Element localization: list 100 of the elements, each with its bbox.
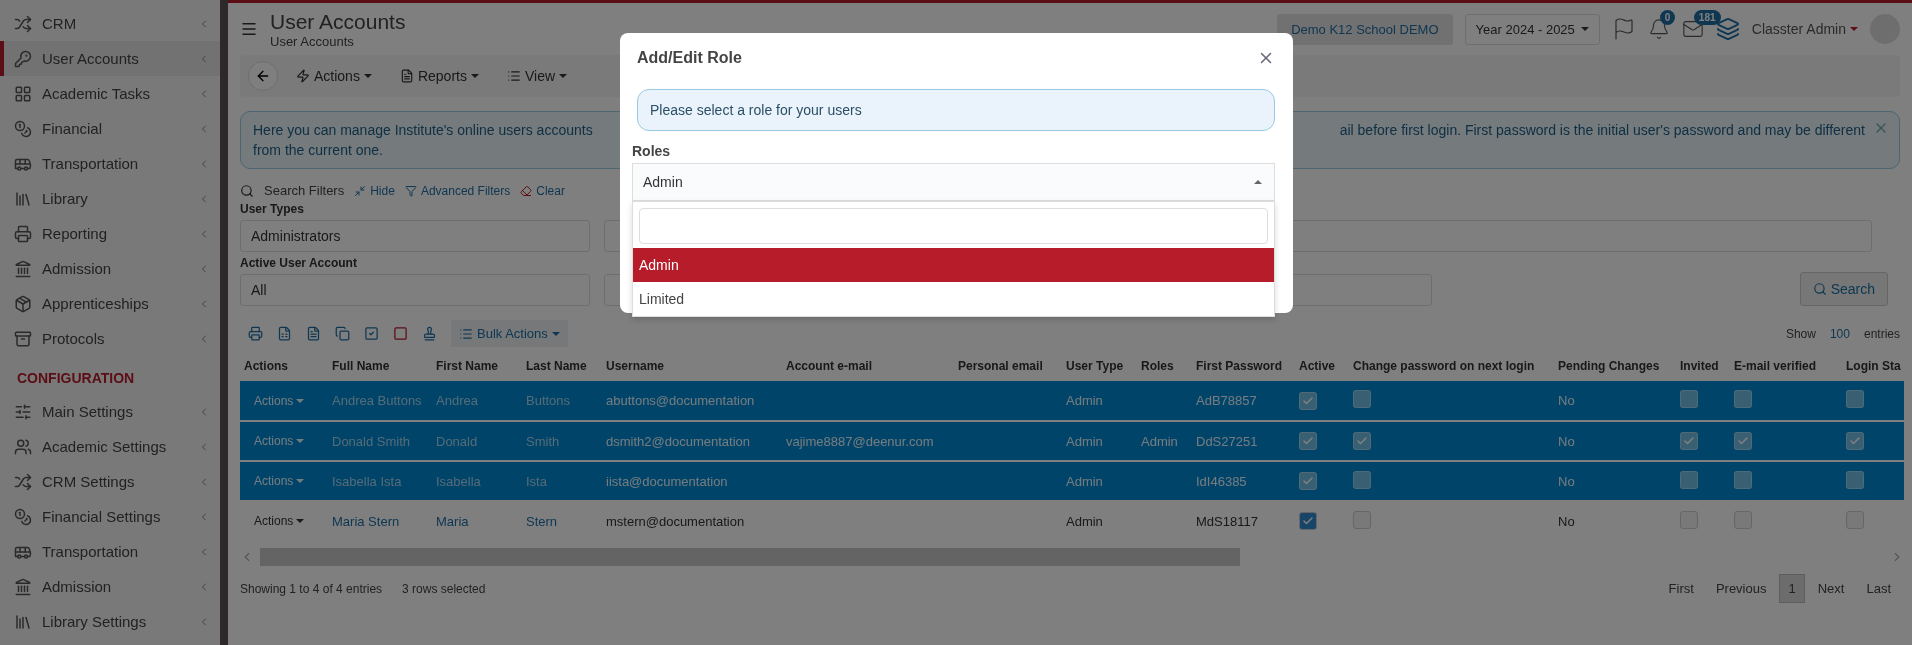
dropdown-search-field[interactable] (639, 208, 1268, 244)
column-header[interactable]: Invited (1676, 351, 1730, 381)
name-link[interactable]: Maria Stern (332, 513, 400, 529)
sidebar-item[interactable]: Financial Settings (0, 499, 220, 534)
row-actions-button[interactable]: Actions (244, 434, 305, 448)
sidebar-item[interactable]: Academic Settings (0, 429, 220, 464)
check-icon (1302, 435, 1314, 447)
dropdown-option[interactable]: Admin (633, 248, 1274, 282)
spreadsheet-icon[interactable] (277, 326, 292, 341)
school-label[interactable]: Demo K12 School DEMO (1277, 13, 1453, 45)
search-button[interactable]: Search (1799, 272, 1888, 306)
square-icon[interactable] (393, 326, 408, 341)
column-header[interactable]: Full Name (328, 351, 432, 381)
column-header[interactable]: Last Name (522, 351, 602, 381)
menu-button[interactable]: View (496, 64, 578, 88)
column-header[interactable]: Actions (240, 351, 328, 381)
checkbox[interactable] (1846, 510, 1864, 529)
row-actions-button[interactable]: Actions (244, 514, 305, 528)
back-button[interactable] (248, 61, 278, 91)
key-icon (14, 49, 32, 68)
show-label: Show (1785, 326, 1816, 341)
sidebar-item[interactable]: Main Settings (0, 394, 220, 429)
column-header[interactable]: Change password on next login (1349, 351, 1554, 381)
sidebar-item[interactable]: Academic Tasks (0, 76, 220, 111)
message-badge: 181 (1693, 10, 1721, 25)
table-row[interactable]: Actions Isabella Ista Isabella Ista iista@documentation Admin IdI46385 No (240, 461, 1904, 501)
sidebar-item[interactable]: Library Settings (0, 604, 220, 639)
collapse-icon (354, 184, 367, 197)
table-cell: No (1558, 393, 1575, 408)
column-header[interactable]: Login Sta (1842, 351, 1904, 381)
filter-link[interactable]: Hide (354, 183, 395, 198)
print-icon[interactable] (248, 326, 263, 341)
table-cell: iista@documentation (606, 473, 728, 489)
sidebar-item[interactable]: Admission (0, 569, 220, 604)
column-header[interactable]: Username (602, 351, 782, 381)
sidebar-item[interactable]: Transportation (0, 534, 220, 569)
menu-icon[interactable] (240, 20, 258, 38)
menu-button[interactable]: Reports (389, 64, 489, 88)
table-cell: No (1558, 513, 1575, 529)
checkbox[interactable] (1734, 510, 1752, 529)
search-icon (240, 183, 254, 198)
filter-link[interactable]: Clear (520, 183, 565, 198)
table-cell: Admin (1066, 473, 1103, 489)
document-icon[interactable] (306, 326, 321, 341)
sidebar-item[interactable]: Transportation (0, 146, 220, 181)
page-title: User Accounts (270, 9, 406, 34)
checkbox-icon[interactable] (364, 326, 379, 341)
year-select[interactable]: Year 2024 - 2025 (1464, 13, 1600, 45)
bank-icon (14, 577, 32, 596)
table-row[interactable]: Actions Andrea Buttons Andrea Buttons abuttons@documentation Admin AdB78857 No (240, 381, 1904, 421)
table-row[interactable]: Actions Donald Smith Donald Smith dsmith2@documentation vajime8887@deenur.com Admin Admin DdS27251 No (240, 421, 1904, 461)
select-field[interactable]: All (240, 274, 590, 306)
printer-icon (14, 224, 32, 243)
table-cell: DdS27251 (1196, 433, 1258, 449)
table-cell: IdI46385 (1196, 473, 1247, 489)
dropdown-option[interactable]: Limited (633, 282, 1274, 316)
check-icon (1737, 435, 1749, 447)
column-header[interactable]: First Name (432, 351, 522, 381)
sidebar-item[interactable]: Library (0, 181, 220, 216)
sidebar-item[interactable]: User Accounts (0, 41, 220, 76)
row-actions-button[interactable]: Actions (244, 393, 305, 408)
sidebar-item[interactable]: Apprenticeships (0, 286, 220, 321)
column-header[interactable]: User Type (1062, 351, 1137, 381)
column-header[interactable]: Active (1295, 351, 1349, 381)
column-header[interactable]: First Password (1192, 351, 1295, 381)
sidebar-item[interactable]: CRM Settings (0, 464, 220, 499)
checkbox[interactable] (1299, 512, 1317, 530)
page-button[interactable]: 1 (1779, 574, 1805, 603)
check-icon (1356, 435, 1368, 447)
stamp-icon[interactable] (422, 326, 437, 341)
user-menu[interactable]: Classter Admin (1751, 21, 1858, 37)
page-size-select[interactable]: 100 (1829, 326, 1850, 341)
layers-icon[interactable] (1715, 17, 1740, 41)
table-cell: abuttons@documentation (606, 393, 755, 408)
field-label: Active User Account (240, 256, 358, 270)
checkbox[interactable] (1680, 510, 1698, 529)
coins-icon (14, 507, 32, 526)
column-header[interactable]: E-mail verified (1730, 351, 1842, 381)
column-header[interactable]: Roles (1137, 351, 1192, 381)
scrollbar-thumb[interactable] (260, 548, 1240, 566)
column-header[interactable]: Account e-mail (782, 351, 954, 381)
sidebar-item[interactable]: Admission (0, 251, 220, 286)
column-header[interactable]: Pending Changes (1554, 351, 1676, 381)
checkbox[interactable] (1353, 510, 1371, 529)
sidebar-item[interactable]: Protocols (0, 321, 220, 356)
list-icon (459, 326, 473, 341)
bulk-actions-button[interactable]: Bulk Actions (451, 320, 568, 347)
column-header[interactable]: Personal email (954, 351, 1062, 381)
row-actions-button[interactable]: Actions (244, 474, 305, 488)
sidebar-item[interactable]: Reporting (0, 216, 220, 251)
filter-link[interactable]: Advanced Filters (404, 183, 511, 198)
copy-icon[interactable] (335, 326, 350, 341)
select-field[interactable]: Administrators (240, 220, 590, 252)
sidebar-item[interactable]: Financial (0, 111, 220, 146)
name-link[interactable]: Stern (526, 513, 558, 529)
name-link[interactable]: Maria (436, 513, 469, 529)
sidebar-item[interactable]: CRM (0, 6, 220, 41)
roles-select[interactable]: Admin (632, 163, 1275, 201)
menu-button[interactable]: Actions (286, 64, 382, 88)
search-icon (1812, 282, 1827, 296)
